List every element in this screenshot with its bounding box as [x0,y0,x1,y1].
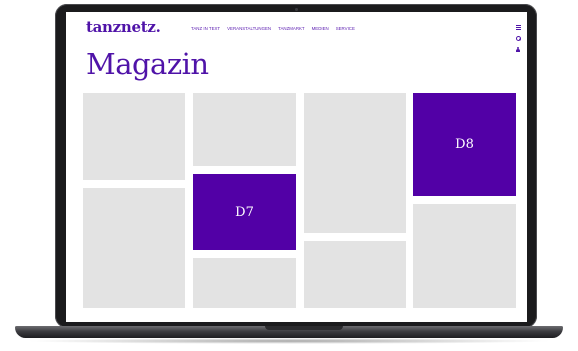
user-icon[interactable] [515,46,521,52]
page-title: Magazin [86,47,209,81]
laptop-base [15,326,563,338]
laptop-base-notch [265,326,343,330]
site-logo[interactable]: tanznetz. [86,18,161,36]
magazine-tile-d8[interactable]: D8 [413,93,516,196]
magazine-tile[interactable] [193,93,296,166]
nav-item-service[interactable]: SERVICE [336,26,355,31]
magazine-tile[interactable] [83,93,185,180]
magazine-tile-d7[interactable]: D7 [193,174,296,250]
nav-item-tanz-in-text[interactable]: TANZ IN TEXT [191,26,220,31]
magazine-tile[interactable] [304,93,406,233]
header-icons [515,24,522,52]
tile-label-d8: D8 [455,137,474,152]
nav-item-medien[interactable]: MEDIEN [312,26,329,31]
nav-item-tanzmarkt[interactable]: TANZMARKT [278,26,305,31]
laptop-screen: tanznetz. TANZ IN TEXT VERANSTALTUNGEN T… [66,12,527,322]
nav-item-veranstaltungen[interactable]: VERANSTALTUNGEN [227,26,271,31]
search-icon[interactable] [515,35,522,41]
laptop-shadow [25,338,553,344]
magazine-tile[interactable] [413,204,516,308]
menu-icon[interactable] [515,24,521,30]
main-nav: TANZ IN TEXT VERANSTALTUNGEN TANZMARKT M… [191,26,355,31]
stage: tanznetz. TANZ IN TEXT VERANSTALTUNGEN T… [0,0,578,351]
camera-dot [295,8,298,11]
magazine-tile[interactable] [83,188,185,308]
magazine-tile[interactable] [304,241,406,308]
magazine-tile[interactable] [193,258,296,308]
tile-label-d7: D7 [235,204,254,220]
